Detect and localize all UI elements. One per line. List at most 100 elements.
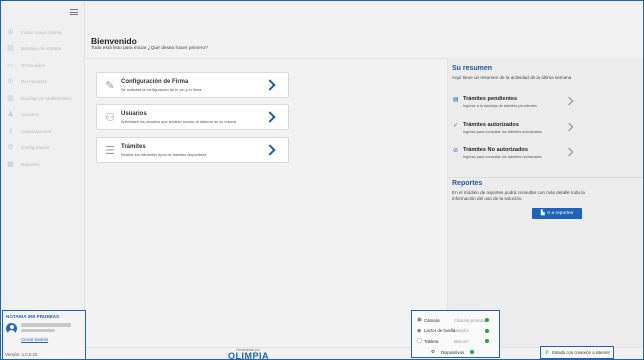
chevron-right-icon bbox=[564, 96, 574, 106]
card-description: Se realizará la configuración de tu pin … bbox=[121, 88, 203, 92]
connection-label: Estado con conexión a internet bbox=[552, 350, 610, 355]
card-title: Usuarios bbox=[121, 111, 147, 117]
status-dot-icon bbox=[485, 328, 489, 333]
device-status: Wacom bbox=[454, 338, 469, 344]
reports-description: En el módulo de reportes podrá consultar… bbox=[452, 190, 585, 201]
device-status: Cámara principal bbox=[454, 317, 488, 323]
sidebar-item-label: Terminados bbox=[21, 62, 45, 68]
not-authorized-icon: ⊘ bbox=[453, 147, 459, 154]
users-icon: ♟ bbox=[7, 110, 14, 119]
devices-gear-icon: ⚙ bbox=[431, 349, 435, 355]
summary-item-label: Trámites pendientes bbox=[463, 96, 518, 102]
card-description: Realice los diferentes tipos de trámites… bbox=[121, 153, 207, 157]
device-name: Lector de huella bbox=[424, 328, 456, 334]
go-to-reports-button[interactable]: ▙ Ir a reportes bbox=[532, 208, 582, 219]
connection-icon: ✆ bbox=[545, 349, 550, 356]
key-icon: ⚷ bbox=[7, 126, 14, 135]
sidebar-item-users[interactable]: ♟ Usuarios bbox=[6, 107, 84, 124]
inbox-icon: ▤ bbox=[7, 44, 14, 53]
olimpia-logo: OLIMPIA bbox=[228, 351, 269, 360]
users-icon: ⚇ bbox=[105, 111, 115, 124]
sidebar-item-authorizations[interactable]: ⚷ Autorizaciones bbox=[6, 123, 84, 140]
device-status: Morpho bbox=[454, 328, 469, 334]
avatar bbox=[6, 323, 17, 334]
sidebar-item-inbox[interactable]: ▤ Bandeja de entrada bbox=[6, 41, 84, 58]
user-details-redacted bbox=[21, 323, 73, 334]
sidebar-item-label: Usuarios bbox=[21, 112, 40, 118]
sidebar-item-new-procedure[interactable]: ⚙ Iniciar nuevo trámite bbox=[6, 24, 84, 41]
pending-icon: ▤ bbox=[453, 96, 459, 103]
summary-item-label: Trámites No autorizados bbox=[463, 147, 528, 153]
sidebar-item-finished[interactable]: ▭ Terminados bbox=[6, 57, 84, 74]
chevron-right-icon bbox=[264, 111, 276, 123]
redacted-user-name bbox=[21, 323, 71, 327]
sidebar: ⚙ Iniciar nuevo trámite ▤ Bandeja de entra… bbox=[2, 2, 85, 359]
reports-button-label: Ir a reportes bbox=[547, 211, 574, 216]
chevron-right-icon bbox=[564, 122, 574, 132]
bar-chart-icon: ▙ bbox=[540, 211, 545, 216]
authorized-icon: ✓ bbox=[453, 122, 459, 129]
notary-name: NOTARIA 360 PRUEBAS bbox=[6, 314, 60, 319]
summary-item-pending[interactable]: ▤ Trámites pendientes Ingrese a la bande… bbox=[453, 96, 578, 116]
signature-icon: ✎ bbox=[105, 79, 115, 92]
status-dot-icon bbox=[485, 339, 489, 344]
tablet-icon: ▢ bbox=[417, 338, 422, 345]
summary-description: Aquí tiene un resumen de la actividad de… bbox=[452, 75, 572, 80]
status-dot-icon bbox=[485, 318, 489, 323]
sidebar-item-settings[interactable]: ⚙ Configuración bbox=[6, 140, 84, 157]
summary-title: Su resumen bbox=[452, 65, 493, 72]
document-icon: ▭ bbox=[7, 60, 14, 69]
devices-panel: ▣ Cámara Cámara principal ◉ Lector de hu… bbox=[411, 310, 500, 358]
card-signature-config[interactable]: ✎ Configuración de Firma Se realizará la… bbox=[96, 72, 289, 98]
sidebar-item-label: Configuración bbox=[21, 145, 50, 151]
settings-icon: ⚙ bbox=[7, 143, 14, 152]
summary-item-not-authorized[interactable]: ⊘ Trámites No autorizados Ingresa para c… bbox=[453, 147, 578, 167]
brand-logo: Desarrollado por OLIMPIA bbox=[228, 348, 269, 360]
user-info bbox=[6, 323, 82, 334]
status-dot-icon bbox=[470, 350, 475, 354]
redacted-user-email bbox=[21, 329, 55, 332]
device-row-tablet: ▢ Tableta Wacom bbox=[417, 336, 494, 347]
page-subtitle: Todo está listo para iniciar ¿Qué desea … bbox=[91, 46, 208, 51]
main-content: Bienvenido Todo está listo para iniciar … bbox=[86, 2, 643, 347]
card-title: Trámites bbox=[121, 144, 146, 150]
procedures-icon: ☰ bbox=[105, 144, 115, 157]
summary-item-sub: Ingrese a la bandeja de trámites pendien… bbox=[463, 104, 537, 108]
chevron-right-icon bbox=[264, 144, 276, 156]
device-row-camera: ▣ Cámara Cámara principal bbox=[417, 315, 494, 326]
reports-title: Reportes bbox=[452, 180, 483, 187]
gear-icon: ⚙ bbox=[7, 27, 14, 36]
sidebar-item-multi-tray[interactable]: ▥ Bandeja de Multitrámites bbox=[6, 90, 84, 107]
devices-label: Dispositivos bbox=[440, 349, 465, 355]
connection-status: ✆ Estado con conexión a internet bbox=[540, 346, 614, 359]
chevron-right-icon bbox=[264, 79, 276, 91]
camera-icon: ▣ bbox=[417, 317, 422, 324]
chevron-right-icon bbox=[564, 147, 574, 157]
sidebar-item-label: Rechazados bbox=[21, 79, 47, 85]
summary-divider bbox=[448, 177, 643, 178]
sidebar-item-rejected[interactable]: ⊘ Rechazados bbox=[6, 74, 84, 91]
device-row-fingerprint: ◉ Lector de huella Morpho bbox=[417, 326, 494, 337]
sidebar-item-label: Iniciar nuevo trámite bbox=[21, 29, 63, 35]
summary-item-label: Trámites autorizados bbox=[463, 122, 519, 128]
app-version: Versión: 1.0.0.22 bbox=[5, 352, 38, 357]
sidebar-item-label: Bandeja de Multitrámites bbox=[21, 95, 72, 101]
devices-toggle[interactable]: ⚙ Dispositivos bbox=[417, 350, 494, 355]
page-title: Bienvenido bbox=[91, 36, 137, 46]
sidebar-item-label: Autorizaciones bbox=[21, 128, 52, 134]
app-window: — ☐ ✕ ⚙Iniciar nuevo trámite ▤Bandeja de… bbox=[0, 0, 644, 360]
summary-panel: Su resumen Aquí tiene un resumen de la a… bbox=[447, 58, 643, 347]
card-procedures[interactable]: ☰ Trámites Realice los diferentes tipos … bbox=[96, 137, 289, 163]
card-description: Administre los usuarios que tendrán acce… bbox=[121, 120, 237, 124]
rejected-icon: ⊘ bbox=[7, 77, 14, 86]
device-name: Tableta bbox=[424, 338, 439, 344]
summary-item-authorized[interactable]: ✓ Trámites autorizados Ingresa para cons… bbox=[453, 122, 578, 142]
hamburger-menu-icon[interactable] bbox=[70, 9, 78, 15]
sidebar-item-reports[interactable]: ▦ Reportes bbox=[6, 156, 84, 173]
card-title: Configuración de Firma bbox=[121, 79, 189, 85]
sidebar-item-label: Reportes bbox=[21, 161, 40, 167]
sidebar-nav: ⚙ Iniciar nuevo trámite ▤ Bandeja de entra… bbox=[6, 24, 84, 173]
sidebar-item-label: Bandeja de entrada bbox=[21, 46, 62, 52]
logout-link[interactable]: Cerrar Sesión bbox=[21, 337, 82, 342]
card-users[interactable]: ⚇ Usuarios Administre los usuarios que t… bbox=[96, 104, 289, 130]
